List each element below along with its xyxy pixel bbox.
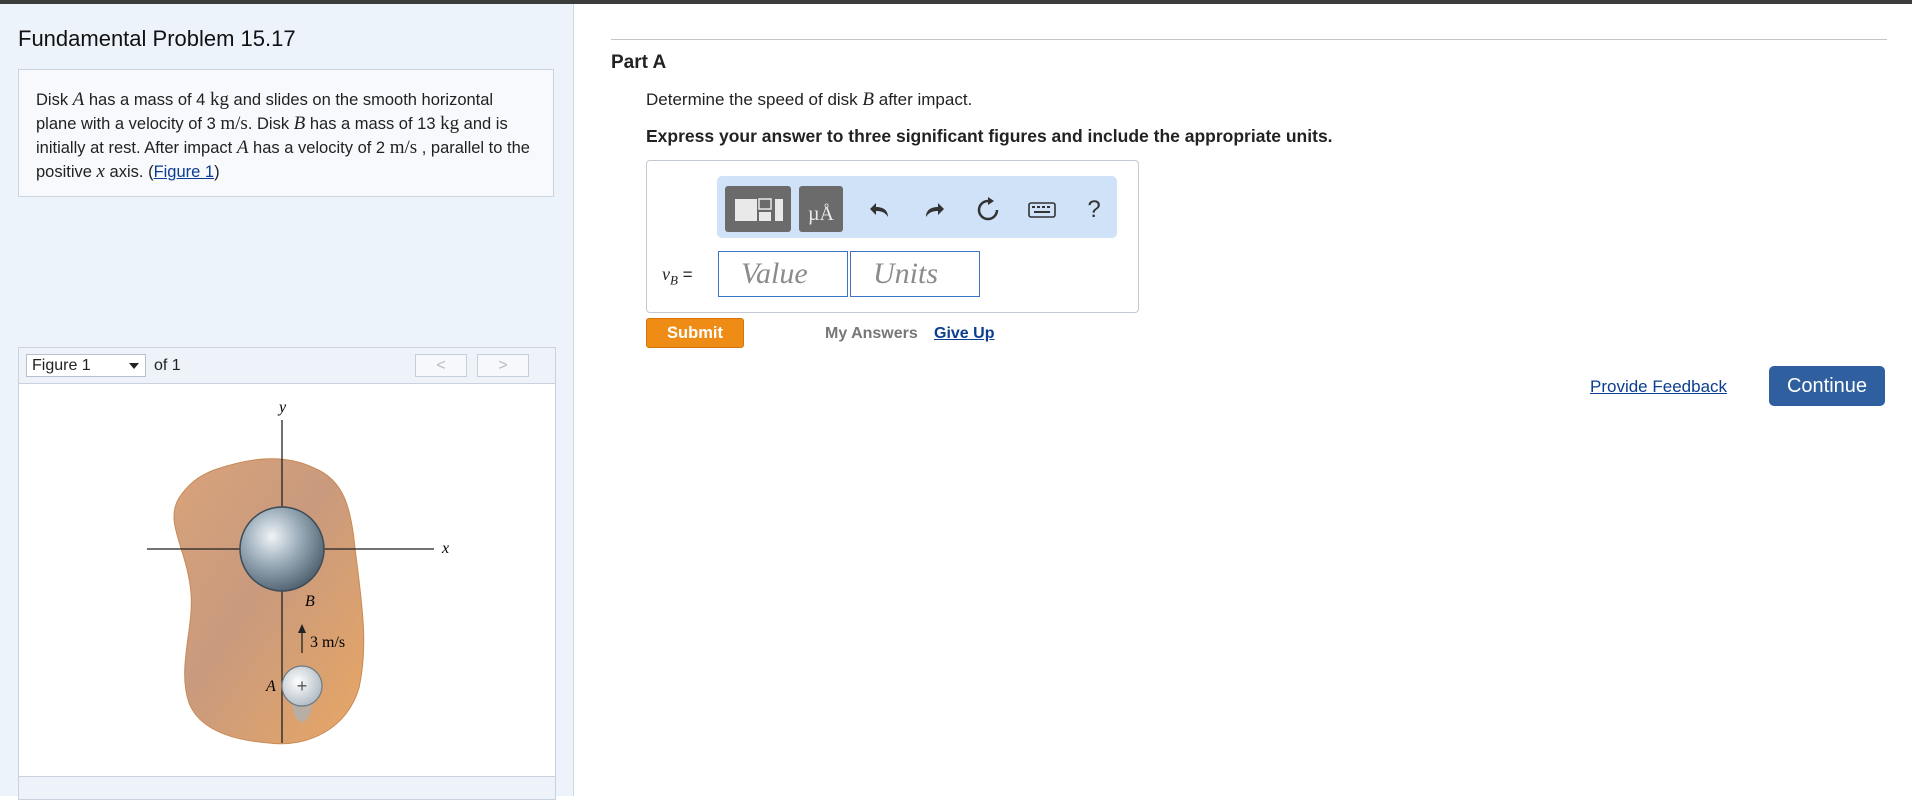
unit-ms: m/s xyxy=(389,137,418,158)
answer-variable-label: vB = xyxy=(662,264,693,288)
math-toolbar: µÅ ? xyxy=(717,176,1117,238)
template-tool-button[interactable] xyxy=(725,186,791,232)
units-tool-button[interactable]: µÅ xyxy=(799,186,843,232)
y-axis-label: y xyxy=(277,399,287,416)
figure-link[interactable]: Figure 1 xyxy=(154,163,215,181)
help-icon[interactable]: ? xyxy=(1077,193,1111,227)
math-a: A xyxy=(72,89,85,110)
figure-count: of 1 xyxy=(154,356,181,374)
text: Disk xyxy=(36,91,73,109)
math-x: x xyxy=(96,161,105,182)
submit-button[interactable]: Submit xyxy=(646,318,744,348)
figure-select-value: Figure 1 xyxy=(32,356,91,374)
redo-icon[interactable] xyxy=(917,193,951,227)
unit-ms: m/s xyxy=(220,113,248,134)
undo-icon[interactable] xyxy=(863,193,897,227)
text: after impact. xyxy=(874,90,973,109)
units-icon: µÅ xyxy=(808,203,834,225)
problem-statement: Disk A has a mass of 4 kg and slides on … xyxy=(18,69,554,197)
chevron-right-icon: > xyxy=(498,356,508,374)
math-a: A xyxy=(236,137,249,158)
disk-a-label: A xyxy=(265,678,276,695)
part-title: Part A xyxy=(611,52,667,73)
text: . Disk xyxy=(247,115,294,133)
disk-b-label: B xyxy=(305,593,315,610)
help-label: ? xyxy=(1087,196,1101,223)
text: axis. ( xyxy=(104,163,154,181)
chevron-down-icon xyxy=(129,363,139,369)
variable-symbol: v xyxy=(662,264,670,284)
keyboard-icon[interactable] xyxy=(1025,193,1059,227)
continue-button[interactable]: Continue xyxy=(1769,366,1885,406)
text: ) xyxy=(214,163,220,181)
my-answers-label: My Answers xyxy=(825,325,918,342)
chevron-left-icon: < xyxy=(436,356,446,374)
figure-illustration: y x B 3 m/s + A xyxy=(147,399,449,745)
plus-icon: + xyxy=(297,676,308,696)
figure-navigation: Figure 1 of 1 < > xyxy=(19,348,555,384)
give-up-link[interactable]: Give Up xyxy=(934,325,994,343)
x-axis-label: x xyxy=(441,540,449,557)
units-placeholder: Units xyxy=(873,257,939,290)
velocity-label: 3 m/s xyxy=(310,634,345,651)
unit-kg: kg xyxy=(209,89,229,110)
problem-column: Fundamental Problem 15.17 Disk A has a m… xyxy=(0,4,574,800)
answer-instruction: Express your answer to three significant… xyxy=(646,126,1333,146)
answer-box: µÅ ? vB = Value Units xyxy=(646,160,1139,313)
value-placeholder: Value xyxy=(741,257,808,290)
figure-select[interactable]: Figure 1 xyxy=(26,354,146,377)
problem-title: Fundamental Problem 15.17 xyxy=(18,26,296,51)
units-input[interactable]: Units xyxy=(850,251,980,297)
question-text: Determine the speed of disk B after impa… xyxy=(646,89,972,111)
reset-icon[interactable] xyxy=(971,193,1005,227)
figure-panel: Figure 1 of 1 < > y x B 3 m/s + A xyxy=(18,347,556,800)
provide-feedback-link[interactable]: Provide Feedback xyxy=(1590,377,1727,397)
equals-sign: = xyxy=(677,265,693,284)
previous-figure-button[interactable]: < xyxy=(415,354,467,377)
text: Determine the speed of disk xyxy=(646,90,863,109)
unit-kg: kg xyxy=(440,113,460,134)
text: has a mass of 4 xyxy=(84,91,210,109)
disk-b xyxy=(239,506,325,592)
next-figure-button[interactable]: > xyxy=(477,354,529,377)
text: has a velocity of 2 xyxy=(248,139,390,157)
variable-subscript: B xyxy=(670,272,678,288)
section-divider xyxy=(611,39,1887,40)
text: has a mass of 13 xyxy=(305,115,441,133)
math-b: B xyxy=(293,113,306,134)
plane-surface xyxy=(173,458,365,745)
value-input[interactable]: Value xyxy=(718,251,848,297)
fraction-template-icon xyxy=(735,198,783,221)
math-b: B xyxy=(862,89,875,110)
